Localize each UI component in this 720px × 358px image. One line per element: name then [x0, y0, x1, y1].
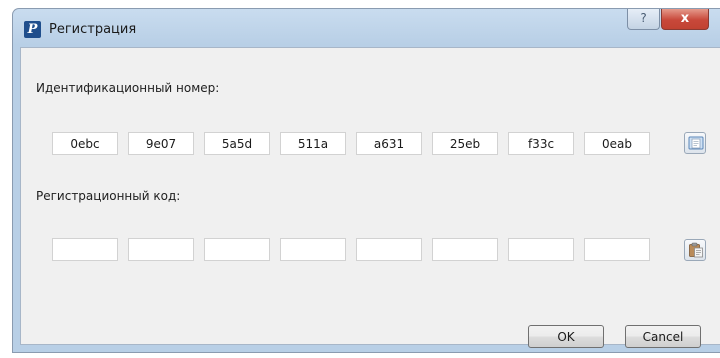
copy-id-button[interactable] — [684, 132, 706, 154]
registration-dialog: P Регистрация ? x Идентификационный номе… — [12, 8, 720, 353]
reg-segment-2[interactable] — [128, 238, 194, 261]
reg-segment-1[interactable] — [52, 238, 118, 261]
id-segment-4[interactable] — [280, 132, 346, 155]
id-segment-1[interactable] — [52, 132, 118, 155]
title-bar[interactable]: P Регистрация ? x — [13, 9, 720, 47]
app-logo-icon: P — [24, 21, 41, 38]
id-segment-8[interactable] — [584, 132, 650, 155]
reg-segment-5[interactable] — [356, 238, 422, 261]
close-button[interactable]: x — [661, 9, 709, 30]
paste-clipboard-icon — [689, 242, 703, 258]
reg-code-label: Регистрационный код: — [36, 189, 181, 203]
id-number-label: Идентификационный номер: — [36, 81, 220, 95]
id-segment-7[interactable] — [508, 132, 574, 155]
window-title: Регистрация — [49, 22, 137, 37]
cancel-button[interactable]: Cancel — [625, 325, 701, 348]
id-number-row — [52, 132, 672, 155]
help-button[interactable]: ? — [627, 9, 660, 30]
id-segment-3[interactable] — [204, 132, 270, 155]
ok-button[interactable]: OK — [528, 325, 604, 348]
reg-segment-4[interactable] — [280, 238, 346, 261]
id-segment-5[interactable] — [356, 132, 422, 155]
paste-code-button[interactable] — [684, 239, 706, 261]
id-segment-2[interactable] — [128, 132, 194, 155]
dialog-content: Идентификационный номер: Регистрационный… — [20, 47, 720, 348]
reg-segment-8[interactable] — [584, 238, 650, 261]
reg-segment-7[interactable] — [508, 238, 574, 261]
id-segment-6[interactable] — [432, 132, 498, 155]
reg-segment-6[interactable] — [432, 238, 498, 261]
reg-code-row — [52, 238, 672, 261]
reg-segment-3[interactable] — [204, 238, 270, 261]
copy-document-icon — [688, 136, 704, 150]
